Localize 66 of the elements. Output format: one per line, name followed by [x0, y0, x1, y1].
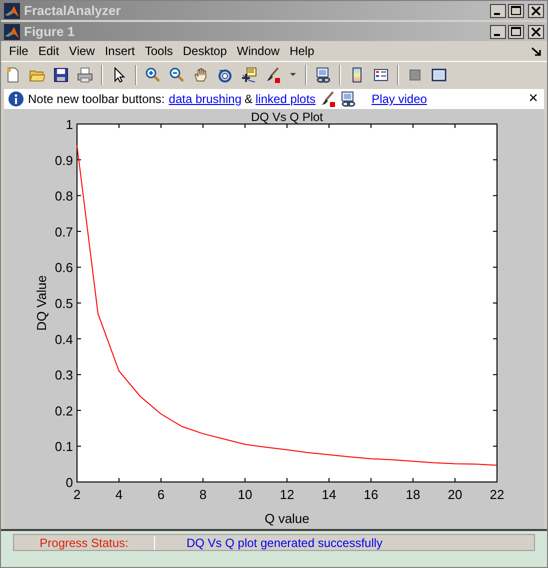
app-logo-icon — [4, 2, 20, 18]
print-icon[interactable] — [77, 67, 93, 83]
menu-item[interactable]: Help — [286, 44, 320, 58]
hide-tools-icon[interactable] — [407, 67, 423, 83]
tick-label: 6 — [157, 487, 165, 502]
tick-label: 0.9 — [54, 152, 73, 168]
y-axis-label: DQ Value — [34, 275, 49, 331]
link[interactable]: linked plots — [256, 92, 316, 106]
tick-label: 0.8 — [54, 188, 73, 204]
tick-label: 0.6 — [54, 260, 73, 276]
info-text: Note new toolbar buttons: — [28, 92, 165, 106]
tick-label: 14 — [322, 487, 336, 502]
menu-item[interactable]: Tools — [140, 44, 179, 58]
tick-label: 12 — [280, 487, 294, 502]
tick-label: 0.4 — [54, 332, 73, 347]
tick-label: 22 — [490, 487, 504, 502]
brush-icon[interactable] — [320, 91, 336, 107]
legend-icon[interactable] — [373, 67, 389, 83]
minimize-icon[interactable] — [490, 24, 506, 38]
new-file-icon[interactable] — [5, 67, 21, 83]
maximize-icon[interactable] — [508, 24, 524, 38]
hand-icon[interactable] — [193, 67, 209, 83]
close-icon[interactable] — [528, 4, 544, 18]
zoom-in-icon[interactable] — [145, 67, 161, 83]
tick-label: 0.3 — [54, 368, 73, 383]
data-cursor-icon[interactable] — [241, 67, 257, 83]
show-tools-icon[interactable] — [431, 67, 447, 83]
tick-label: 16 — [364, 487, 378, 502]
menu-item[interactable]: View — [65, 44, 101, 58]
tick-label: 0.7 — [54, 224, 73, 240]
tick-label: 1 — [66, 117, 73, 132]
zoom-out-icon[interactable] — [169, 67, 185, 83]
tick-label: 2 — [73, 487, 81, 502]
status-label: Progress Status: — [14, 536, 155, 550]
chart-title: DQ Vs Q Plot — [250, 110, 324, 124]
tick-label: 0.5 — [54, 296, 73, 311]
tick-label: 0.1 — [54, 439, 73, 454]
menu-item[interactable]: Window — [232, 44, 286, 58]
link-plot-icon[interactable] — [315, 67, 331, 83]
window-title: Figure 1 — [24, 24, 76, 39]
rotate-icon[interactable] — [217, 67, 233, 83]
tick-label: 10 — [238, 487, 252, 502]
info-text: & — [244, 92, 253, 106]
close-icon[interactable] — [528, 24, 544, 38]
close-button[interactable]: × — [526, 91, 540, 107]
x-axis-label: Q value — [264, 511, 310, 526]
menu-item[interactable]: Desktop — [178, 44, 233, 58]
brush-icon[interactable] — [265, 67, 281, 83]
tick-label: 4 — [115, 487, 123, 502]
maximize-icon[interactable] — [508, 4, 524, 18]
tick-label: 18 — [406, 487, 420, 502]
menu-item[interactable]: Insert — [100, 44, 141, 58]
menu-item[interactable]: Edit — [34, 44, 66, 58]
minimize-icon[interactable] — [490, 4, 506, 18]
app-logo-icon — [4, 24, 20, 40]
link[interactable]: data brushing — [168, 92, 242, 106]
menu-item[interactable]: File — [5, 44, 34, 58]
link-plot-icon[interactable] — [340, 91, 356, 107]
tick-label: 0 — [66, 475, 73, 490]
link[interactable]: Play video — [372, 92, 427, 106]
save-icon[interactable] — [53, 67, 69, 83]
status-message: DQ Vs Q plot generated successfully — [185, 536, 384, 550]
tick-label: 0.2 — [54, 403, 73, 418]
window-title: FractalAnalyzer — [24, 3, 122, 18]
tick-label: 8 — [199, 487, 207, 502]
tick-label: 20 — [448, 487, 462, 502]
